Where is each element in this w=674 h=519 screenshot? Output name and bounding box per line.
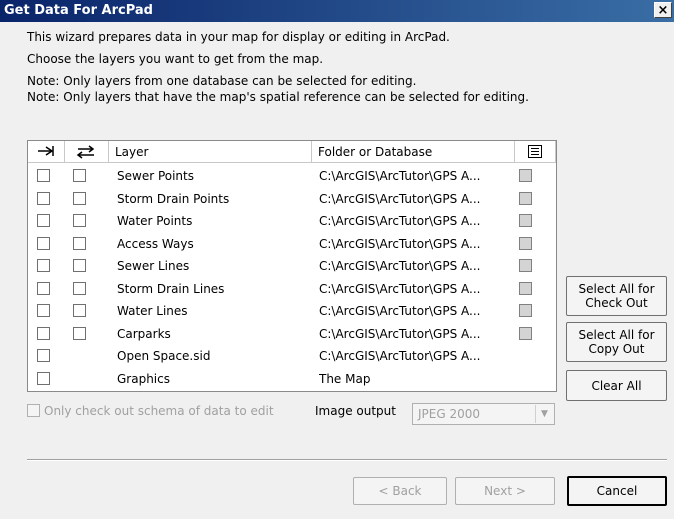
back-button[interactable]: < Back bbox=[353, 477, 447, 505]
layer-name: Carparks bbox=[117, 326, 171, 341]
folder-path: C:\ArcGIS\ArcTutor\GPS A... bbox=[319, 191, 481, 206]
layer-column-header[interactable]: Layer bbox=[109, 141, 312, 163]
layer-row[interactable]: Access Ways C:\ArcGIS\ArcTutor\GPS A... bbox=[28, 233, 556, 255]
copy-out-checkbox[interactable] bbox=[37, 326, 50, 340]
folder-path: C:\ArcGIS\ArcTutor\GPS A... bbox=[319, 304, 481, 318]
title-bar: Get Data For ArcPad × bbox=[0, 0, 674, 22]
select-all-checkout-button[interactable]: Select All for Check Out bbox=[566, 276, 667, 316]
get-data-dialog: Get Data For ArcPad × This wizard prepar… bbox=[0, 0, 674, 519]
schema-checkbox[interactable] bbox=[519, 236, 532, 250]
copy-out-checkbox[interactable] bbox=[37, 371, 50, 385]
layer-row[interactable]: Water Points C:\ArcGIS\ArcTutor\GPS A... bbox=[28, 210, 556, 232]
copyout-column-header[interactable] bbox=[65, 141, 109, 163]
note-text-1: Note: Only layers from one database can … bbox=[27, 74, 417, 88]
layer-name: Access Ways bbox=[117, 236, 194, 251]
image-output-label: Image output bbox=[315, 404, 396, 418]
schema-checkbox[interactable] bbox=[519, 214, 532, 227]
checkout-column-header[interactable] bbox=[28, 141, 65, 163]
layer-row[interactable]: Storm Drain Lines C:\ArcGIS\ArcTutor\GPS … bbox=[28, 278, 556, 300]
dialog-title: Get Data For ArcPad bbox=[4, 3, 153, 18]
folder-path: C:\ArcGIS\ArcTutor\GPS A... bbox=[319, 214, 481, 228]
schema-checkbox[interactable] bbox=[519, 304, 532, 317]
copy-out-checkbox[interactable] bbox=[37, 214, 50, 227]
copy-out-checkbox[interactable] bbox=[37, 304, 50, 317]
layer-row[interactable]: Storm Drain Points C:\ArcGIS\ArcTutor\GPS… bbox=[28, 188, 556, 210]
chevron-down-icon[interactable]: ▼ bbox=[535, 405, 553, 423]
schema-only-checkbox[interactable] bbox=[27, 404, 40, 417]
schema-checkbox[interactable] bbox=[519, 191, 532, 205]
layer-name: Graphics bbox=[117, 371, 170, 386]
schema-checkbox[interactable] bbox=[519, 326, 532, 340]
folder-path: The Map bbox=[319, 371, 371, 386]
folder-path: C:\ArcGIS\ArcTutor\GPS A... bbox=[319, 259, 481, 273]
layer-row[interactable]: Sewer Points C:\ArcGIS\ArcTutor\GPS A... bbox=[28, 165, 556, 187]
copy-out-checkbox[interactable] bbox=[37, 169, 50, 182]
image-output-select[interactable]: JPEG 2000 ▼ bbox=[412, 403, 555, 425]
intro-text-2: Choose the layers you want to get from t… bbox=[27, 52, 324, 66]
image-output-value: JPEG 2000 bbox=[418, 407, 481, 421]
layer-name: Storm Drain Points bbox=[117, 191, 230, 206]
check-out-checkbox[interactable] bbox=[73, 259, 86, 272]
folder-path: C:\ArcGIS\ArcTutor\GPS A... bbox=[319, 236, 481, 251]
check-out-checkbox[interactable] bbox=[73, 326, 86, 340]
cancel-button[interactable]: Cancel bbox=[567, 476, 667, 506]
schema-checkbox[interactable] bbox=[519, 259, 532, 272]
clear-all-button[interactable]: Clear All bbox=[566, 370, 667, 401]
layer-name: Sewer Lines bbox=[117, 259, 190, 273]
layer-row[interactable]: Sewer Lines C:\ArcGIS\ArcTutor\GPS A... bbox=[28, 255, 556, 277]
layer-name: Open Space.sid bbox=[117, 349, 211, 363]
copy-out-checkbox[interactable] bbox=[37, 349, 50, 362]
schema-checkbox[interactable] bbox=[519, 169, 532, 182]
folder-path: C:\ArcGIS\ArcTutor\GPS A... bbox=[319, 349, 481, 363]
folder-path: C:\ArcGIS\ArcTutor\GPS A... bbox=[319, 169, 481, 183]
layer-name: Sewer Points bbox=[117, 169, 194, 183]
layer-row[interactable]: Carparks C:\ArcGIS\ArcTutor\GPS A... bbox=[28, 323, 556, 345]
layers-grid: Layer Folder or Database Sewer Points C:\… bbox=[27, 140, 557, 392]
list-icon bbox=[528, 145, 542, 158]
footer-divider bbox=[27, 459, 667, 461]
close-icon: × bbox=[657, 3, 669, 18]
copy-out-checkbox[interactable] bbox=[37, 281, 50, 295]
check-out-checkbox[interactable] bbox=[73, 281, 86, 295]
copy-out-checkbox[interactable] bbox=[37, 259, 50, 272]
select-all-copyout-button[interactable]: Select All for Copy Out bbox=[566, 322, 667, 362]
check-out-checkbox[interactable] bbox=[73, 236, 86, 250]
layer-name: Storm Drain Lines bbox=[117, 281, 225, 296]
layer-name: Water Points bbox=[117, 214, 193, 228]
note-text-2: Note: Only layers that have the map's sp… bbox=[27, 90, 529, 104]
check-out-checkbox[interactable] bbox=[73, 214, 86, 227]
folder-path: C:\ArcGIS\ArcTutor\GPS A... bbox=[319, 281, 481, 296]
next-button[interactable]: Next > bbox=[455, 477, 555, 505]
schema-only-option[interactable]: Only check out schema of data to edit bbox=[27, 404, 274, 418]
folder-path: C:\ArcGIS\ArcTutor\GPS A... bbox=[319, 326, 481, 341]
close-button[interactable]: × bbox=[654, 2, 672, 18]
layer-row[interactable]: Graphics The Map bbox=[28, 368, 556, 390]
intro-text-1: This wizard prepares data in your map fo… bbox=[27, 30, 450, 44]
check-out-checkbox[interactable] bbox=[73, 304, 86, 317]
arrow-right-icon bbox=[38, 146, 54, 156]
check-out-checkbox[interactable] bbox=[73, 191, 86, 205]
check-out-checkbox[interactable] bbox=[73, 169, 86, 182]
folder-column-header[interactable]: Folder or Database bbox=[312, 141, 515, 163]
schema-checkbox[interactable] bbox=[519, 281, 532, 295]
column-menu-header[interactable] bbox=[515, 141, 556, 163]
layer-row[interactable]: Open Space.sid C:\ArcGIS\ArcTutor\GPS A..… bbox=[28, 345, 556, 367]
schema-only-label: Only check out schema of data to edit bbox=[44, 404, 274, 418]
copy-out-checkbox[interactable] bbox=[37, 236, 50, 250]
copy-out-checkbox[interactable] bbox=[37, 191, 50, 205]
double-arrow-icon bbox=[76, 145, 95, 159]
layer-row[interactable]: Water Lines C:\ArcGIS\ArcTutor\GPS A... bbox=[28, 300, 556, 322]
layer-name: Water Lines bbox=[117, 304, 188, 318]
